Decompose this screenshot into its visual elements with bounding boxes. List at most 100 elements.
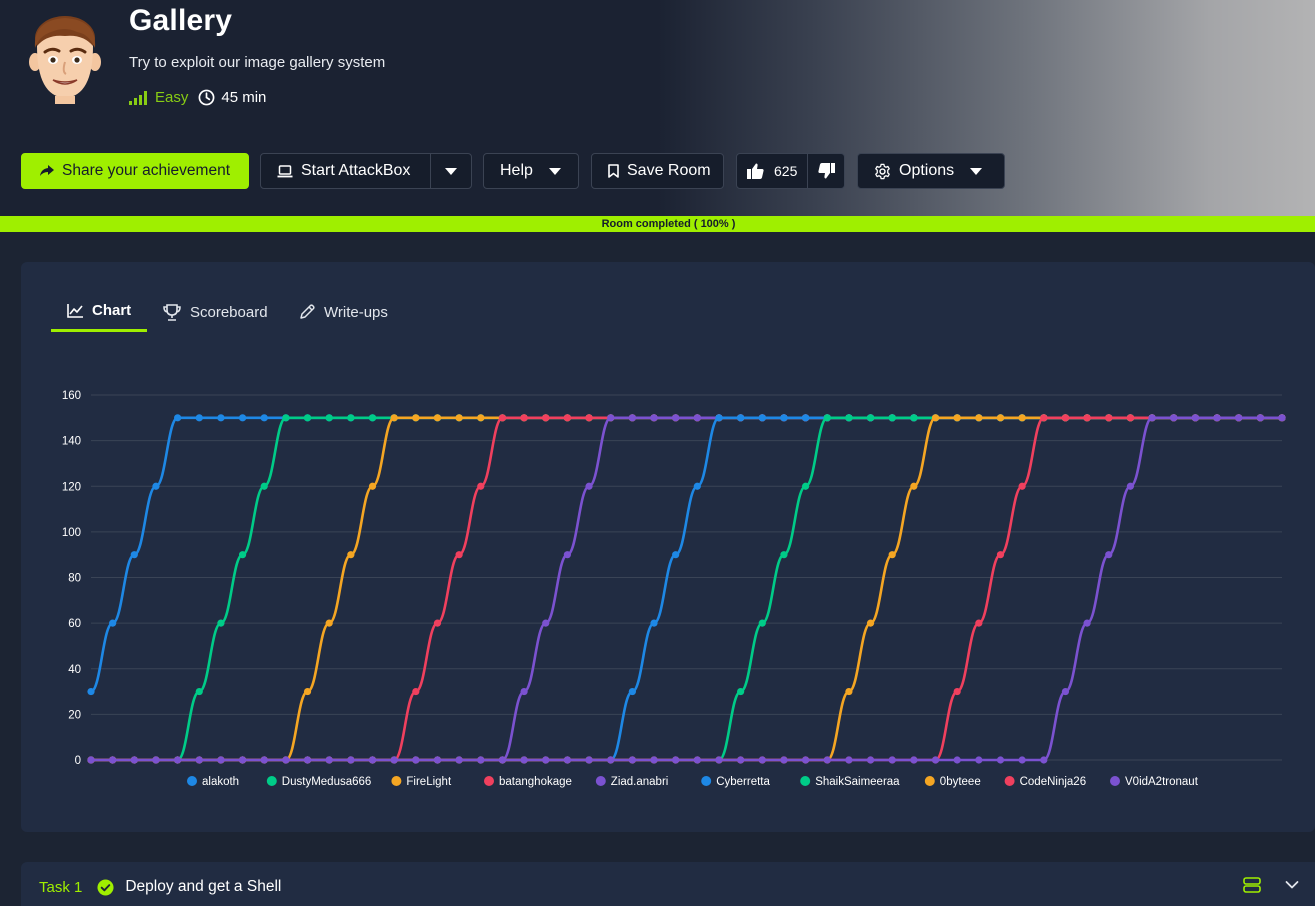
data-point [109,756,117,764]
start-attackbox-button[interactable]: Start AttackBox [261,154,432,188]
data-point [1235,414,1243,422]
data-point [1148,414,1156,422]
data-point [693,414,701,422]
data-point [1018,414,1026,422]
data-point [585,414,593,422]
y-tick-label: 60 [68,618,81,630]
data-point [758,756,766,764]
data-point [303,414,312,422]
legend-marker [701,776,712,786]
attackbox-dropdown-toggle[interactable] [431,167,471,175]
data-point [910,756,918,764]
data-point [953,756,961,764]
task-row[interactable]: Task 1 Deploy and get a Shell [21,862,1315,906]
data-point [1083,619,1091,627]
data-point [217,414,225,422]
tab-chart[interactable]: Chart [51,292,147,332]
data-point [303,687,312,696]
save-room-button[interactable]: Save Room [591,153,724,189]
task-actions [1243,877,1299,893]
legend-marker [1110,776,1120,786]
data-point [693,756,701,764]
data-point [607,414,615,422]
data-point [628,756,636,764]
data-point [325,756,333,764]
legend-marker [595,776,606,786]
laptop-icon [277,164,293,178]
series-line-Ziad.anabri [90,416,1282,762]
room-subtitle: Try to exploit our image gallery system [129,54,386,71]
data-point [368,414,377,422]
data-point [1040,414,1048,422]
data-point [823,756,831,764]
data-point [1105,414,1113,422]
data-point [888,414,896,422]
data-point [888,551,896,559]
data-point [672,414,680,422]
data-point [607,756,615,764]
data-point [1126,482,1135,490]
legend-marker [484,776,494,786]
tab-scoreboard[interactable]: Scoreboard [147,292,283,332]
data-point [217,756,225,764]
data-point [1083,414,1091,422]
data-point [87,687,95,696]
data-point [628,687,636,696]
data-point [195,414,203,422]
data-point [1061,687,1070,696]
series-line-CodeNinja26 [90,416,1282,762]
chevron-down-icon [548,167,561,175]
series-line-Cyberretta [90,416,1282,762]
data-point [823,414,831,422]
data-point [975,414,983,422]
data-point [1126,414,1135,422]
share-achievement-button[interactable]: Share your achievement [21,153,249,189]
task-number: Task 1 [39,878,83,896]
trophy-icon [163,303,181,321]
task-title: Deploy and get a Shell [125,878,282,895]
room-avatar [25,12,105,104]
data-point [1105,551,1113,559]
line-chart-icon [67,303,83,318]
data-point [433,619,442,627]
data-point [780,551,788,559]
data-point [975,619,983,627]
chart-legend: alakoth DustyMedusa666 FireLight batanghoka… [187,776,1199,788]
data-point [390,756,398,764]
data-point [715,414,723,422]
upvote-button[interactable]: 625 [737,154,808,188]
data-point [152,756,160,764]
data-point [195,687,203,696]
server-icon[interactable] [1243,877,1261,893]
data-point [953,414,961,422]
attackbox-label: Start AttackBox [301,162,411,179]
data-point [866,619,875,627]
data-point [130,551,138,559]
room-meta: Easy 45 min [129,89,266,106]
data-point [325,414,333,422]
options-button[interactable]: Options [857,153,1005,189]
y-tick-label: 140 [62,436,81,448]
data-point [520,687,528,696]
data-point [347,414,355,422]
data-point [542,619,550,627]
legend-marker [1004,776,1015,786]
y-tick-label: 160 [62,390,81,402]
data-point [953,687,961,696]
data-point [650,619,658,627]
legend-label: 0byteee [940,776,981,788]
data-point [325,619,333,627]
data-point [260,756,268,764]
series-line-alakoth [90,416,1282,693]
data-point [563,414,572,422]
y-tick-label: 40 [68,664,81,676]
data-point [650,414,658,422]
y-tick-label: 0 [75,755,81,767]
thumbs-up-icon [747,163,764,179]
data-point [477,756,485,764]
downvote-button[interactable] [808,163,844,179]
chevron-down-icon[interactable] [1285,880,1299,890]
legend-label: CodeNinja26 [1020,776,1087,788]
tab-writeups[interactable]: Write-ups [283,292,404,332]
help-button[interactable]: Help [483,153,579,189]
